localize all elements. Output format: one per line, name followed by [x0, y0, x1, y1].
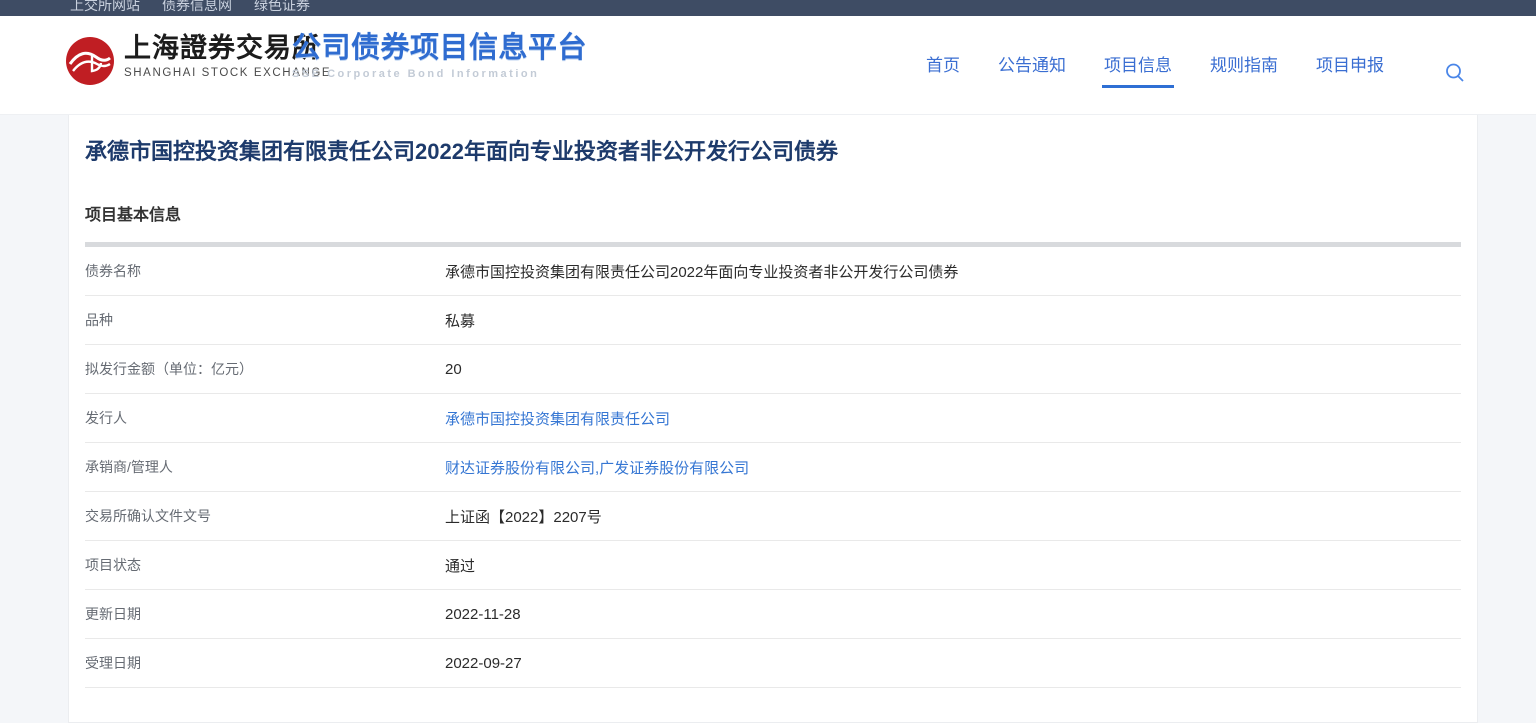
row-label: 品种 [85, 310, 445, 330]
nav-item-3[interactable]: 项目信息 [1102, 43, 1174, 88]
main-nav: 首页公告通知项目信息规则指南项目申报 [890, 16, 1386, 115]
nav-item-4[interactable]: 规则指南 [1208, 43, 1280, 88]
nav-item-1[interactable]: 首页 [924, 43, 962, 88]
topbar-links: 上交所网站 债券信息网 绿色证券 [0, 0, 1536, 15]
table-row: 债券名称承德市国控投资集团有限责任公司2022年面向专业投资者非公开发行公司债券 [85, 247, 1461, 296]
nav-item-5[interactable]: 项目申报 [1314, 43, 1386, 88]
table-row: 更新日期2022-11-28 [85, 590, 1461, 639]
row-value: 2022-09-27 [445, 655, 522, 672]
row-value-link[interactable]: 财达证券股份有限公司,广发证券股份有限公司 [445, 457, 749, 478]
row-value: 上证函【2022】2207号 [445, 506, 602, 527]
table-row: 发行人承德市国控投资集团有限责任公司 [85, 394, 1461, 443]
table-row: 承销商/管理人财达证券股份有限公司,广发证券股份有限公司 [85, 443, 1461, 492]
table-row: 拟发行金额（单位：亿元）20 [85, 345, 1461, 394]
table-row: 品种私募 [85, 296, 1461, 345]
site-header: 上海證券交易所 SHANGHAI STOCK EXCHANGE 公司债券项目信息… [0, 16, 1536, 115]
topbar: 上交所网站 债券信息网 绿色证券 [0, 0, 1536, 16]
platform-title-en: SSE Corporate Bond Information [292, 68, 587, 80]
page-title: 承德市国控投资集团有限责任公司2022年面向专业投资者非公开发行公司债券 [85, 115, 1461, 167]
nav-item-2[interactable]: 公告通知 [996, 43, 1068, 88]
row-label: 发行人 [85, 408, 445, 428]
row-value: 私募 [445, 310, 475, 331]
row-label: 拟发行金额（单位：亿元） [85, 359, 445, 379]
table-row: 项目状态通过 [85, 541, 1461, 590]
content-card: 承德市国控投资集团有限责任公司2022年面向专业投资者非公开发行公司债券 项目基… [68, 115, 1478, 723]
info-table: 债券名称承德市国控投资集团有限责任公司2022年面向专业投资者非公开发行公司债券… [85, 247, 1461, 688]
topbar-link[interactable]: 上交所网站 [70, 0, 140, 15]
page-background: 承德市国控投资集团有限责任公司2022年面向专业投资者非公开发行公司债券 项目基… [0, 115, 1536, 723]
row-label: 受理日期 [85, 653, 445, 673]
row-label: 交易所确认文件文号 [85, 506, 445, 526]
platform-title-cn: 公司债券项目信息平台 [292, 32, 587, 64]
table-row: 受理日期2022-09-27 [85, 639, 1461, 688]
row-value-link[interactable]: 承德市国控投资集团有限责任公司 [445, 408, 670, 429]
row-value: 通过 [445, 555, 475, 576]
row-label: 债券名称 [85, 261, 445, 281]
topbar-link[interactable]: 债券信息网 [162, 0, 232, 15]
platform-title: 公司债券项目信息平台 SSE Corporate Bond Informatio… [292, 32, 587, 80]
section-title: 项目基本信息 [85, 201, 1461, 225]
table-row: 交易所确认文件文号上证函【2022】2207号 [85, 492, 1461, 541]
row-label: 项目状态 [85, 555, 445, 575]
topbar-link[interactable]: 绿色证券 [254, 0, 310, 15]
row-value: 20 [445, 361, 462, 378]
search-icon[interactable] [1444, 62, 1466, 84]
row-label: 承销商/管理人 [85, 457, 445, 477]
row-label: 更新日期 [85, 604, 445, 624]
sse-logo-icon [66, 37, 114, 85]
row-value: 2022-11-28 [445, 606, 521, 623]
row-value: 承德市国控投资集团有限责任公司2022年面向专业投资者非公开发行公司债券 [445, 261, 958, 282]
